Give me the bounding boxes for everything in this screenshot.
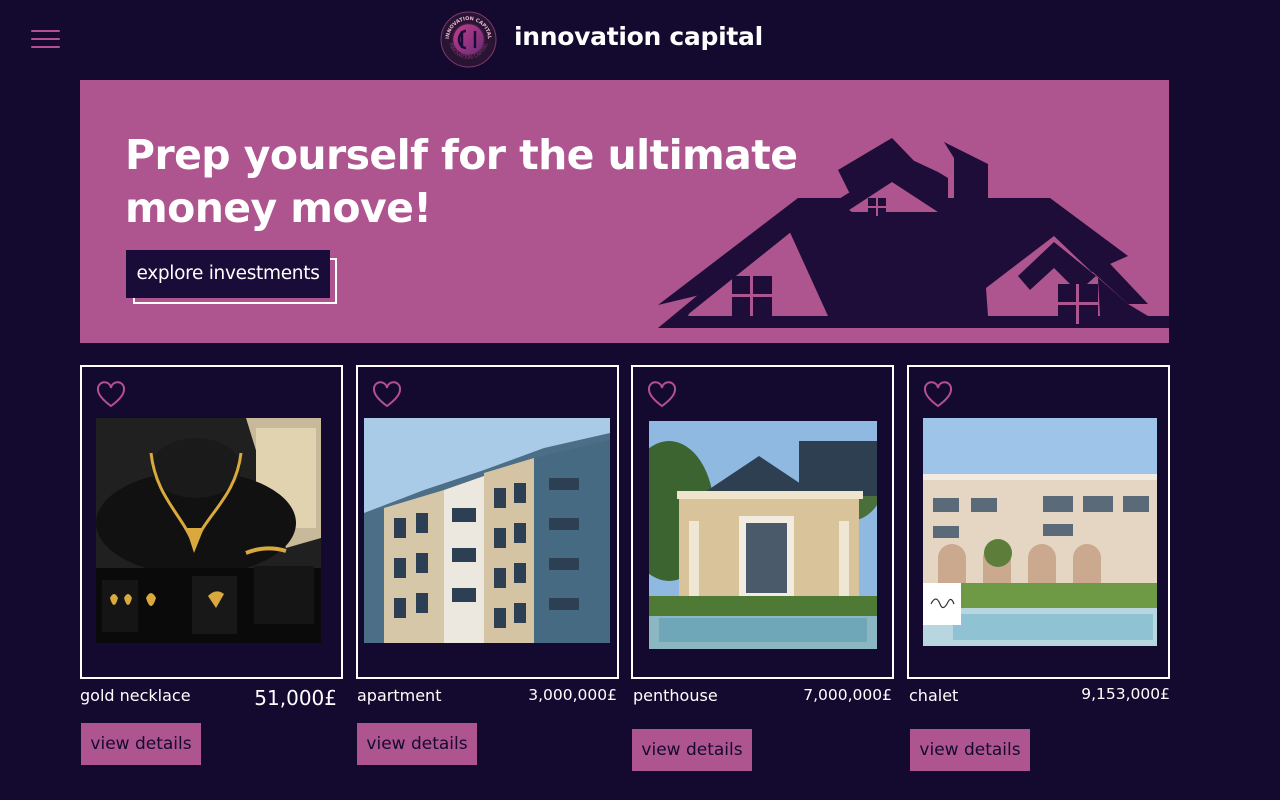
heart-icon[interactable] <box>96 381 126 409</box>
hamburger-menu-icon[interactable] <box>31 28 61 50</box>
gold-necklace-image <box>96 418 321 643</box>
chalet-image <box>923 418 1157 646</box>
house-illustration <box>658 138 1169 328</box>
view-details-button[interactable]: view details <box>357 723 477 765</box>
brand-name: innovation capital <box>514 22 763 51</box>
brand-logo[interactable]: INNOVATION CAPITAL INNOVATION CAPITAL <box>440 11 497 68</box>
listing-price: 51,000£ <box>254 686 337 710</box>
listing-card-gold-necklace[interactable] <box>80 365 343 679</box>
explore-investments-button[interactable]: explore investments <box>126 250 330 298</box>
view-details-button[interactable]: view details <box>81 723 201 765</box>
view-details-button[interactable]: view details <box>632 729 752 771</box>
listing-name: gold necklace <box>80 686 191 705</box>
listing-name: penthouse <box>633 686 718 705</box>
view-details-button[interactable]: view details <box>910 729 1030 771</box>
penthouse-image <box>649 421 877 649</box>
hero-banner: Prep yourself for the ultimate money mov… <box>80 80 1169 343</box>
listing-card-penthouse[interactable] <box>631 365 894 679</box>
heart-icon[interactable] <box>923 381 953 409</box>
heart-icon[interactable] <box>647 381 677 409</box>
listing-price: 9,153,000£ <box>1081 685 1170 703</box>
listing-price: 3,000,000£ <box>528 686 617 704</box>
apartment-image <box>364 418 610 643</box>
listing-card-chalet[interactable] <box>907 365 1170 679</box>
listing-name: apartment <box>357 686 442 705</box>
listing-price: 7,000,000£ <box>803 686 892 704</box>
listing-card-apartment[interactable] <box>356 365 619 679</box>
listing-name: chalet <box>909 686 959 705</box>
heart-icon[interactable] <box>372 381 402 409</box>
